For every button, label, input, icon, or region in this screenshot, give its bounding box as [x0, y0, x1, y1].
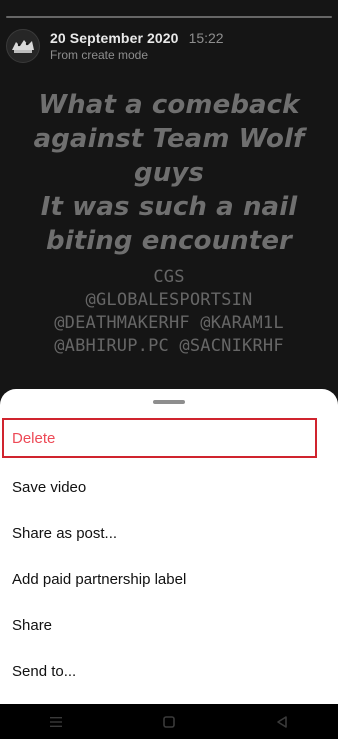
story-text-line: guys: [134, 158, 204, 188]
story-mention-line: @DEATHMAKERHF @KARAM1L: [54, 313, 284, 333]
story-progress-bar: [6, 16, 332, 18]
send-to-button[interactable]: Send to...: [0, 648, 338, 694]
sheet-options-list: Delete Save video Share as post... Add p…: [0, 414, 338, 694]
story-text-line: against Team Wolf: [33, 124, 305, 154]
delete-label: Delete: [12, 429, 56, 447]
story-meta: 20 September 2020 15:22 From create mode: [50, 30, 224, 62]
story-text-line: biting encounter: [46, 226, 292, 256]
delete-button[interactable]: Delete: [2, 418, 317, 458]
story-header: 20 September 2020 15:22 From create mode: [6, 28, 332, 64]
story-time: 15:22: [188, 30, 224, 46]
options-bottom-sheet: Delete Save video Share as post... Add p…: [0, 389, 338, 704]
home-square-icon: [163, 715, 175, 728]
avatar[interactable]: [6, 29, 40, 63]
save-video-label: Save video: [12, 478, 87, 496]
story-meta-line: 20 September 2020 15:22: [50, 30, 224, 46]
recents-button[interactable]: [36, 707, 76, 737]
story-viewer: 20 September 2020 15:22 From create mode…: [0, 0, 338, 739]
add-paid-partnership-label-button[interactable]: Add paid partnership label: [0, 556, 338, 602]
menu-icon: [50, 716, 63, 727]
add-paid-partnership-label-text: Add paid partnership label: [12, 570, 187, 588]
system-navigation-bar: [0, 704, 338, 739]
back-button[interactable]: [262, 707, 302, 737]
profile-logo-icon: [12, 40, 34, 53]
story-text-line: It was such a nail: [40, 192, 298, 222]
story-mention-line: CGS: [153, 267, 185, 287]
story-main-text: What a comeback against Team Wolf guys I…: [10, 88, 328, 258]
story-source: From create mode: [50, 48, 149, 62]
share-as-post-button[interactable]: Share as post...: [0, 510, 338, 556]
share-button[interactable]: Share: [0, 602, 338, 648]
share-label: Share: [12, 616, 53, 634]
send-to-label: Send to...: [12, 662, 77, 680]
story-date: 20 September 2020: [50, 30, 179, 46]
share-as-post-label: Share as post...: [12, 524, 118, 542]
story-mentions: CGS @GLOBALESPORTSIN @DEATHMAKERHF @KARA…: [20, 266, 318, 358]
story-mention-line: @GLOBALESPORTSIN: [85, 290, 253, 310]
home-button[interactable]: [149, 707, 189, 737]
back-triangle-icon: [276, 715, 287, 728]
story-mention-line: @ABHIRUP.PC @SACNIKRHF: [54, 336, 284, 356]
story-text-line: What a comeback: [38, 90, 300, 120]
sheet-drag-handle[interactable]: [153, 400, 185, 404]
save-video-button[interactable]: Save video: [0, 464, 338, 510]
